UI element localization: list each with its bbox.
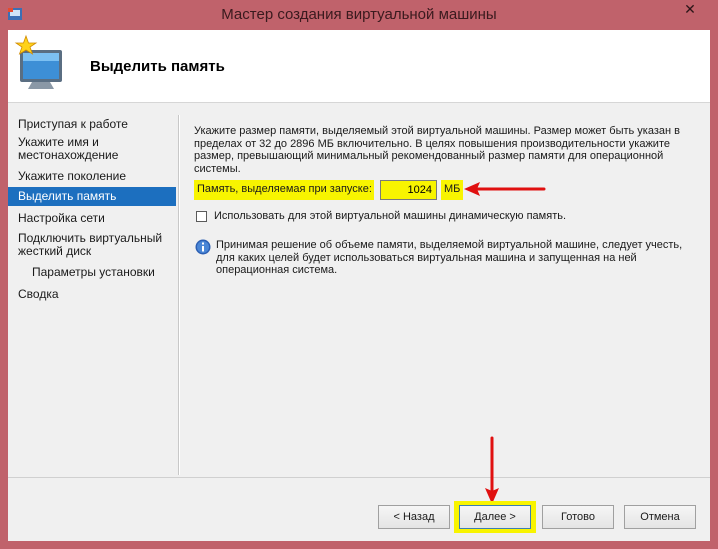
next-button[interactable]: Далее > [459,505,531,529]
finish-button[interactable]: Готово [542,505,614,529]
startup-memory-label: Память, выделяемая при запуске: [194,180,374,200]
wizard-nav: Приступая к работе Укажите имя и местона… [8,103,178,477]
nav-item-getting-started[interactable]: Приступая к работе [8,115,176,134]
nav-item-virtual-disk[interactable]: Подключить виртуальный жесткий диск [8,229,168,261]
startup-memory-input[interactable]: 1024 [380,180,437,200]
nav-item-generation[interactable]: Укажите поколение [8,167,176,186]
nav-item-summary[interactable]: Сводка [8,285,176,304]
main-panel: Укажите размер памяти, выделяемый этой в… [180,103,710,477]
content-area: Приступая к работе Укажите имя и местона… [8,103,710,477]
page-title: Выделить память [90,58,225,75]
nav-item-installation-options[interactable]: Параметры установки [8,263,176,282]
memory-info-text: Принимая решение об объеме памяти, выдел… [216,239,683,276]
annotation-arrow-left-icon [464,182,546,196]
nav-item-networking[interactable]: Настройка сети [8,209,176,228]
dynamic-memory-checkbox[interactable] [196,211,207,222]
title-bar: Мастер создания виртуальной машины ✕ [0,0,718,30]
dynamic-memory-label[interactable]: Использовать для этой виртуальной машины… [214,210,566,222]
nav-item-assign-memory[interactable]: Выделить память [8,187,176,206]
cancel-button[interactable]: Отмена [624,505,696,529]
info-icon [195,239,211,255]
annotation-arrow-down-icon [485,436,499,504]
wizard-window: Выделить память Приступая к работе Укажи… [8,30,710,541]
close-icon[interactable]: ✕ [668,0,712,20]
wizard-footer: < Назад Далее > Готово Отмена [8,436,710,541]
wizard-header: Выделить память [8,30,710,103]
nav-item-name-location[interactable]: Укажите имя и местонахождение [8,133,158,165]
memory-unit-label: МБ [441,180,464,200]
back-button[interactable]: < Назад [378,505,450,529]
window-title: Мастер создания виртуальной машины [221,6,497,23]
monitor-star-icon [14,34,62,89]
memory-description: Укажите размер памяти, выделяемый этой в… [194,125,680,175]
